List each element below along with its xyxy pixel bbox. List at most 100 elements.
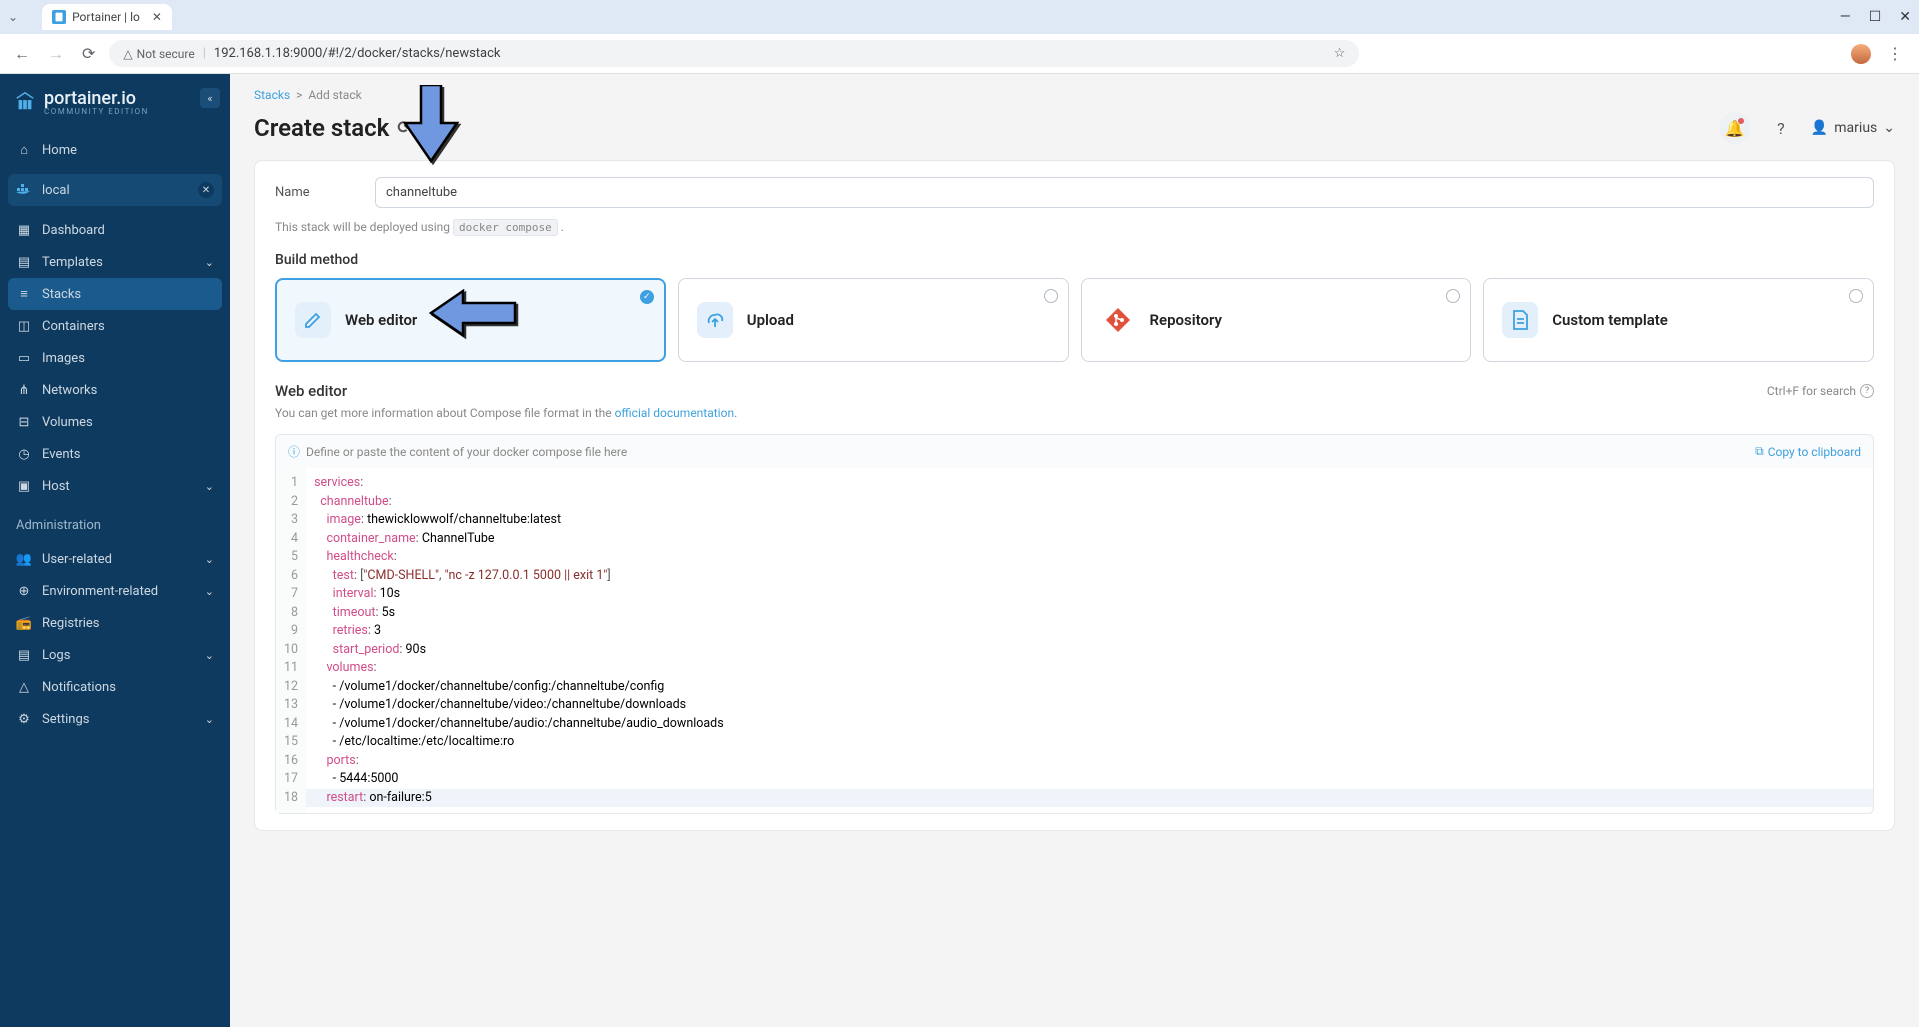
window-controls: — ☐ ✕	[1840, 9, 1911, 25]
annotation-arrow-left	[427, 289, 517, 341]
logs-icon: ▤	[16, 647, 32, 663]
editor-toolbar: ⓘ Define or paste the content of your do…	[275, 434, 1874, 468]
chevron-down-icon: ⌄	[205, 553, 214, 566]
info-icon: ⓘ	[288, 443, 300, 460]
sidebar-item-notifications[interactable]: △Notifications	[0, 671, 230, 703]
close-window-icon[interactable]: ✕	[1899, 9, 1911, 25]
sidebar-item-images[interactable]: ▭Images	[0, 342, 230, 374]
upload-icon	[697, 302, 733, 338]
main-content: Stacks > Add stack Create stack ⟳ 🔔 ? 👤 …	[230, 74, 1919, 1027]
radio-selected-icon: ✓	[640, 290, 654, 304]
sidebar-item-stacks[interactable]: ≡Stacks	[8, 278, 222, 310]
chevron-down-icon: ⌄	[1883, 120, 1895, 136]
minimize-icon[interactable]: —	[1840, 9, 1851, 25]
edit-icon	[295, 302, 331, 338]
search-hint: Ctrl+F for search ?	[1767, 384, 1874, 398]
bookmark-star-icon[interactable]: ☆	[1334, 46, 1346, 61]
networks-icon: ⋔	[16, 382, 32, 398]
templates-icon: ▤	[16, 254, 32, 270]
copy-icon: ⧉	[1755, 444, 1764, 459]
build-method-web-editor[interactable]: ✓ Web editor	[275, 278, 666, 362]
sidebar-item-settings[interactable]: ⚙Settings⌄	[0, 703, 230, 735]
chevron-down-icon: ⌄	[205, 713, 214, 726]
breadcrumb-current: Add stack	[308, 88, 361, 102]
sidebar-item-templates[interactable]: ▤Templates⌄	[0, 246, 230, 278]
sidebar-item-volumes[interactable]: ⊟Volumes	[0, 406, 230, 438]
sidebar-item-logs[interactable]: ▤Logs⌄	[0, 639, 230, 671]
breadcrumb: Stacks > Add stack	[230, 74, 1919, 108]
events-icon: ◷	[16, 446, 32, 462]
notifications-button[interactable]: 🔔	[1719, 112, 1751, 144]
notification-dot-icon	[1738, 118, 1744, 124]
profile-avatar-icon[interactable]	[1851, 44, 1871, 64]
portainer-logo-icon	[14, 90, 36, 114]
template-icon	[1502, 302, 1538, 338]
maximize-icon[interactable]: ☐	[1869, 9, 1882, 25]
tab-close-icon[interactable]: ✕	[152, 10, 162, 24]
help-button[interactable]: ?	[1765, 112, 1797, 144]
url-bar[interactable]: △Not secure | 192.168.1.18:9000/#!/2/doc…	[109, 40, 1359, 67]
chevron-down-icon: ⌄	[205, 256, 214, 269]
browser-menu-icon[interactable]: ⋮	[1881, 44, 1909, 63]
tab-dropdown-icon[interactable]: ⌄	[8, 10, 18, 24]
tab-title: Portainer | lo	[72, 10, 140, 24]
browser-tab-strip: ⌄ Portainer | lo ✕ — ☐ ✕	[0, 0, 1919, 34]
build-method-repository[interactable]: Repository	[1081, 278, 1472, 362]
sidebar-item-user-related[interactable]: 👥User-related⌄	[0, 543, 230, 575]
brand-logo[interactable]: portainer.io COMMUNITY EDITION	[0, 74, 230, 130]
forward-icon[interactable]: →	[44, 40, 68, 68]
reload-icon[interactable]: ⟳	[78, 40, 99, 67]
sidebar-item-host[interactable]: ▣Host⌄	[0, 470, 230, 502]
stack-name-input[interactable]	[375, 177, 1874, 208]
radio-icon	[1849, 289, 1863, 303]
docker-icon	[16, 182, 32, 198]
code-content[interactable]: services: channeltube: image: thewicklow…	[306, 468, 1873, 813]
sidebar-item-environment-related[interactable]: ⊕Environment-related⌄	[0, 575, 230, 607]
environment-related-icon: ⊕	[16, 583, 32, 599]
breadcrumb-root[interactable]: Stacks	[254, 88, 290, 102]
build-method-custom-template[interactable]: Custom template	[1483, 278, 1874, 362]
notifications-icon: △	[16, 679, 32, 695]
name-label: Name	[275, 185, 375, 200]
close-env-icon[interactable]: ✕	[198, 182, 214, 198]
containers-icon: ◫	[16, 318, 32, 334]
sidebar-collapse-button[interactable]: «	[200, 88, 220, 108]
editor-title: Web editor	[275, 382, 347, 400]
sidebar-item-registries[interactable]: 📻Registries	[0, 607, 230, 639]
url-text: 192.168.1.18:9000/#!/2/docker/stacks/new…	[214, 46, 501, 61]
sidebar-environment-local[interactable]: local ✕	[8, 174, 222, 206]
docs-link[interactable]: official documentation	[615, 406, 735, 420]
refresh-icon[interactable]: ⟳	[397, 118, 411, 138]
host-icon: ▣	[16, 478, 32, 494]
sidebar: « portainer.io COMMUNITY EDITION ⌂ Home …	[0, 74, 230, 1027]
user-menu[interactable]: 👤 marius ⌄	[1811, 120, 1895, 136]
sidebar-item-containers[interactable]: ◫Containers	[0, 310, 230, 342]
chevron-down-icon: ⌄	[205, 480, 214, 493]
sidebar-item-dashboard[interactable]: ▦Dashboard	[0, 214, 230, 246]
browser-tab[interactable]: Portainer | lo ✕	[42, 4, 172, 30]
radio-icon	[1446, 289, 1460, 303]
build-method-upload[interactable]: Upload	[678, 278, 1069, 362]
user-related-icon: 👥	[16, 551, 32, 567]
git-icon	[1100, 302, 1136, 338]
sidebar-item-home[interactable]: ⌂ Home	[0, 134, 230, 166]
back-icon[interactable]: ←	[10, 40, 34, 68]
chevron-down-icon: ⌄	[205, 585, 214, 598]
sidebar-item-events[interactable]: ◷Events	[0, 438, 230, 470]
volumes-icon: ⊟	[16, 414, 32, 430]
dashboard-icon: ▦	[16, 222, 32, 238]
registries-icon: 📻	[16, 615, 32, 631]
warning-icon: △	[123, 47, 132, 61]
code-editor[interactable]: 123456789101112131415161718 services: ch…	[275, 468, 1874, 814]
sidebar-item-networks[interactable]: ⋔Networks	[0, 374, 230, 406]
help-circle-icon[interactable]: ?	[1860, 384, 1874, 398]
build-method-title: Build method	[275, 252, 1874, 268]
browser-nav-bar: ← → ⟳ △Not secure | 192.168.1.18:9000/#!…	[0, 34, 1919, 74]
favicon-icon	[52, 10, 66, 24]
not-secure-badge: △Not secure	[123, 47, 194, 61]
radio-icon	[1044, 289, 1058, 303]
user-icon: 👤	[1811, 120, 1828, 136]
copy-to-clipboard-button[interactable]: ⧉ Copy to clipboard	[1755, 444, 1861, 459]
page-title: Create stack ⟳	[254, 114, 412, 142]
home-icon: ⌂	[16, 142, 32, 158]
